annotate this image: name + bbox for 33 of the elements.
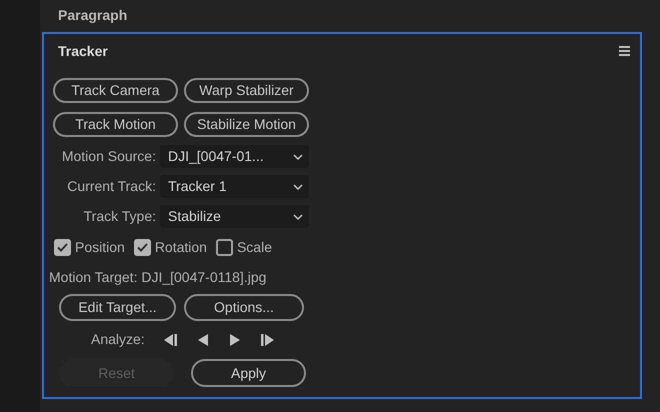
dropdown[interactable]: Stabilize: [160, 205, 309, 228]
panel-title: Tracker: [58, 42, 108, 60]
play-backward-icon[interactable]: [196, 332, 209, 346]
checkbox[interactable]: [134, 239, 151, 256]
analyze-all-forward-icon[interactable]: [260, 332, 275, 346]
checkmark-icon: [136, 243, 148, 252]
action-button[interactable]: Apply: [191, 359, 306, 387]
chevron-down-icon: [293, 214, 303, 220]
chevron-down-icon: [293, 154, 303, 160]
play-forward-icon[interactable]: [228, 332, 241, 346]
checkbox-label: Position: [75, 238, 125, 257]
checkbox[interactable]: [54, 239, 71, 256]
analyze-all-backward-icon[interactable]: [162, 332, 177, 346]
dropdown[interactable]: DJI_[0047-01...: [160, 145, 309, 168]
target-button[interactable]: Options...: [184, 294, 304, 321]
checkbox[interactable]: [216, 239, 233, 256]
dropdown[interactable]: Tracker 1: [160, 175, 309, 198]
target-button[interactable]: Edit Target...: [59, 294, 176, 321]
chevron-down-icon: [293, 184, 303, 190]
checkbox-label: Scale: [236, 238, 272, 257]
track-button[interactable]: Stabilize Motion: [184, 112, 309, 137]
field-label: Track Type:: [82, 207, 156, 226]
track-button[interactable]: Track Motion: [53, 112, 178, 137]
track-button[interactable]: Track Camera: [53, 78, 178, 103]
analyze-label: Analyze:: [91, 330, 145, 349]
checkmark-icon: [57, 243, 68, 252]
motion-target-text: Motion Target: DJI_[0047-0118].jpg: [49, 268, 268, 287]
field-label: Motion Source:: [60, 147, 156, 166]
menu-icon[interactable]: [619, 46, 630, 56]
field-label: Current Track:: [66, 177, 156, 196]
panel-title: Paragraph: [58, 6, 128, 25]
track-button[interactable]: Warp Stabilizer: [184, 78, 309, 103]
checkbox-label: Rotation: [154, 238, 207, 257]
